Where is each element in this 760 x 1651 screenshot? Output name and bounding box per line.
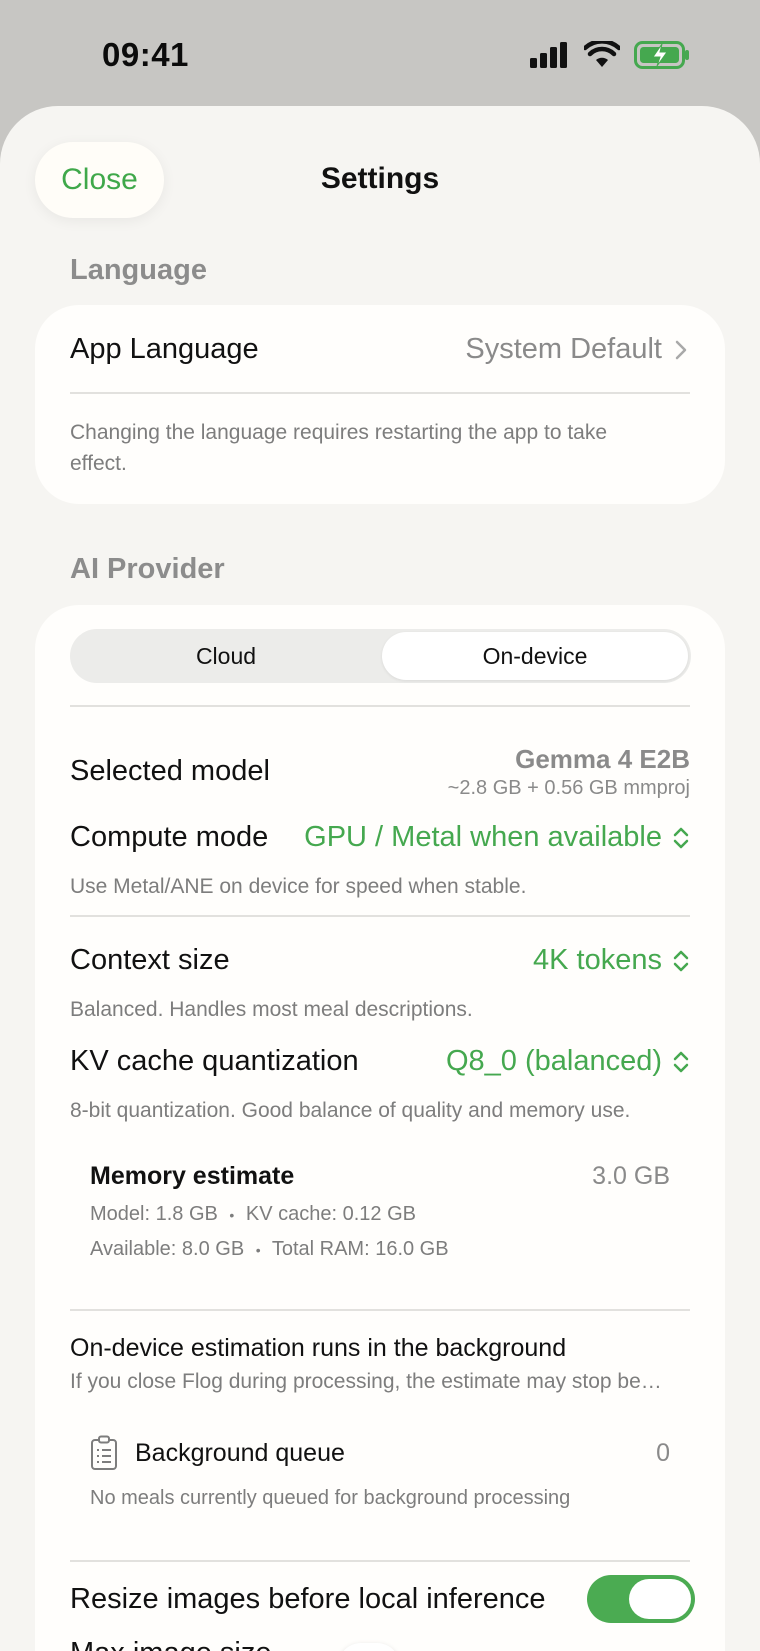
divider (70, 915, 690, 917)
context-size-desc: Balanced. Handles most meal descriptions… (70, 998, 473, 1021)
clipboard-list-icon (91, 1435, 117, 1470)
slider-thumb[interactable] (338, 1643, 400, 1651)
page-title: Settings (320, 162, 440, 195)
context-size-picker[interactable]: 4K tokens (533, 944, 690, 977)
chevron-up-down-icon (673, 827, 689, 848)
resize-images-toggle[interactable] (587, 1575, 695, 1623)
separator-dot: • (255, 1242, 261, 1258)
divider (70, 1560, 690, 1562)
kv-cache-picker[interactable]: Q8_0 (balanced) (446, 1045, 690, 1078)
segment-on-device[interactable]: On-device (382, 632, 688, 680)
memory-kv-cache: KV cache: 0.12 GB (245, 1203, 416, 1225)
section-header-ai-provider: AI Provider (70, 553, 225, 585)
context-size-label: Context size (70, 944, 230, 976)
background-queue-row[interactable]: Background queue 0 No meals currently qu… (35, 1425, 725, 1535)
memory-total-ram: Total RAM: 16.0 GB (271, 1238, 449, 1260)
section-header-language: Language (70, 254, 207, 286)
selected-model-label: Selected model (70, 755, 270, 787)
app-language-row[interactable]: App Language System Default (35, 305, 725, 393)
resize-images-label: Resize images before local inference (70, 1583, 546, 1615)
background-title: On-device estimation runs in the backgro… (70, 1334, 567, 1362)
language-note: Changing the language requires restartin… (70, 421, 608, 475)
memory-line-1: Model: 1.8 GB • KV cache: 0.12 GB (90, 1203, 416, 1226)
kv-cache-label: KV cache quantization (70, 1045, 359, 1077)
context-size-value: 4K tokens (533, 944, 662, 976)
chevron-up-down-icon (673, 950, 689, 971)
memory-line-2: Available: 8.0 GB • Total RAM: 16.0 GB (90, 1238, 449, 1261)
background-queue-label: Background queue (135, 1439, 345, 1467)
compute-mode-value: GPU / Metal when available (304, 821, 662, 853)
compute-mode-picker[interactable]: GPU / Metal when available (304, 821, 690, 854)
battery-charging-icon (634, 41, 689, 69)
settings-sheet: Close Settings Language App Language Sys… (0, 106, 760, 1651)
language-card: App Language System Default Changing the… (35, 305, 725, 504)
separator-dot: • (229, 1207, 235, 1223)
toggle-knob (629, 1579, 691, 1619)
max-image-size-label: Max image size (70, 1637, 271, 1651)
ai-provider-card: Cloud On-device Selected model Gemma 4 E… (35, 605, 725, 1651)
selected-model-size: ~2.8 GB + 0.56 GB mmproj (447, 777, 690, 799)
memory-estimate-total: 3.0 GB (592, 1162, 670, 1190)
app-language-value: System Default (465, 333, 662, 365)
segment-cloud[interactable]: Cloud (73, 632, 379, 680)
background-desc: If you close Flog during processing, the… (70, 1370, 662, 1393)
provider-segmented-control: Cloud On-device (70, 629, 691, 683)
divider (70, 705, 690, 707)
kv-cache-value: Q8_0 (balanced) (445, 1045, 662, 1077)
kv-cache-desc: 8-bit quantization. Good balance of qual… (70, 1099, 631, 1122)
cellular-signal-icon (530, 42, 567, 68)
memory-available: Available: 8.0 GB (90, 1238, 245, 1260)
chevron-right-icon (675, 340, 687, 359)
selected-model-name: Gemma 4 E2B (515, 744, 690, 774)
wifi-icon (584, 41, 620, 67)
app-language-label: App Language (70, 333, 259, 365)
compute-mode-label: Compute mode (70, 821, 269, 853)
divider (70, 1309, 690, 1311)
compute-mode-desc: Use Metal/ANE on device for speed when s… (70, 875, 527, 898)
divider (70, 392, 690, 394)
background-queue-desc: No meals currently queued for background… (90, 1487, 571, 1509)
status-icons (530, 40, 690, 70)
status-bar: 09:41 (0, 0, 760, 108)
memory-estimate-title: Memory estimate (90, 1162, 295, 1190)
background-queue-count: 0 (656, 1439, 670, 1467)
memory-model: Model: 1.8 GB (90, 1203, 218, 1225)
chevron-up-down-icon (673, 1051, 689, 1072)
status-time: 09:41 (102, 36, 189, 73)
